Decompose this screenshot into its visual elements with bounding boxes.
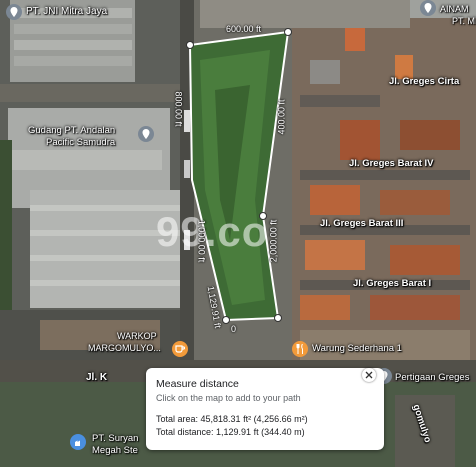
place-label[interactable]: MARGOMULYO...	[88, 343, 161, 353]
measure-panel-hint: Click on the map to add to your path	[156, 393, 301, 403]
place-label[interactable]: PT. MI	[452, 16, 476, 26]
measure-vertex[interactable]	[284, 28, 292, 36]
close-button[interactable]	[362, 368, 376, 382]
watermark: 99.co	[156, 208, 269, 255]
segment-distance-label: 2,000.00 ft	[268, 219, 279, 263]
place-label[interactable]: AINAM	[440, 4, 469, 14]
place-label[interactable]: Pacific Samudra	[46, 137, 115, 148]
measure-vertex[interactable]	[274, 314, 282, 322]
measure-distance-panel: Measure distance Click on the map to add…	[146, 368, 384, 450]
segment-distance-label: 1,000.00 ft	[196, 219, 207, 263]
street-label: Jl. Greges Barat IV	[349, 158, 434, 169]
street-label: Jl. Greges Cirta	[389, 76, 460, 87]
place-label[interactable]: WARKOP	[117, 331, 157, 341]
segment-distance-label: 400.00 ft	[276, 99, 287, 135]
total-area: Total area: 45,818.31 ft² (4,256.66 m²)	[156, 414, 308, 424]
close-icon	[365, 371, 373, 379]
measure-panel-title: Measure distance	[156, 378, 239, 390]
segment-distance-label: 0	[231, 324, 237, 334]
place-label[interactable]: PT. Suryan	[92, 433, 138, 444]
place-label[interactable]: Gudang PT. Andalan	[28, 125, 115, 136]
measure-vertex[interactable]	[222, 316, 230, 324]
street-label: Jl. Greges Barat I	[353, 278, 432, 289]
street-label: Jl. Greges Barat III	[320, 218, 404, 229]
poi-pin-icon[interactable]	[138, 126, 154, 142]
building-icon[interactable]	[70, 434, 86, 450]
poi-pin-icon[interactable]	[420, 0, 436, 16]
segment-distance-label: 800.00 ft	[173, 91, 184, 127]
cup-icon[interactable]	[172, 341, 188, 357]
measure-vertex[interactable]	[186, 41, 194, 49]
place-label[interactable]: Megah Ste	[92, 445, 138, 456]
total-distance: Total distance: 1,129.91 ft (344.40 m)	[156, 427, 305, 437]
place-label[interactable]: Pertigaan Greges	[395, 372, 469, 383]
poi-pin-icon[interactable]	[6, 4, 22, 20]
fork-knife-icon[interactable]	[292, 341, 308, 357]
place-label[interactable]: PT. JNI Mitra Jaya	[26, 6, 107, 17]
segment-distance-label: 600.00 ft	[226, 24, 262, 34]
satellite-map[interactable]: 99.co 600.00 ft 800.00 ft 1,000.00 ft 40…	[0, 0, 476, 467]
place-label[interactable]: Warung Sederhana 1	[312, 343, 402, 354]
street-label: Jl. K	[86, 372, 108, 383]
